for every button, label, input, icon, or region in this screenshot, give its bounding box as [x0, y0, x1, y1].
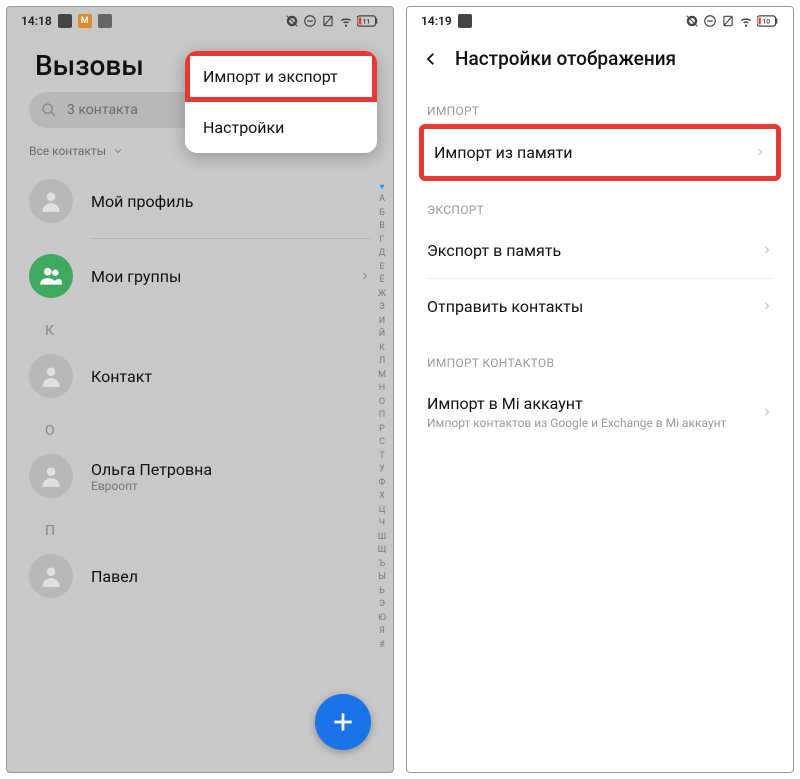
row-label: Импорт в Mi аккаунт	[427, 394, 751, 413]
dnd-icon	[303, 14, 317, 28]
phone-right-screen: 14:19 10 Настройки отображения ИМПОРТ Им…	[406, 6, 794, 773]
dnd-icon	[703, 14, 717, 28]
battery-icon: 10	[757, 15, 779, 27]
row-label: Импорт из памяти	[434, 143, 744, 162]
section-import-contacts-header: ИМПОРТ КОНТАКТОВ	[407, 334, 793, 376]
menu-import-export[interactable]: Импорт и экспорт	[185, 51, 377, 102]
export-to-storage-row[interactable]: Экспорт в память	[407, 223, 793, 278]
alphabet-index[interactable]: ♥ АБВГДЕЁЖЗИЙКЛМНОПРСТУФХЦЧШЩЪЫЬЭЮЯ#	[375, 181, 389, 652]
battery-icon: 11	[357, 15, 379, 27]
no-sim-icon	[721, 14, 735, 28]
contact-name: Контакт	[91, 367, 371, 386]
chevron-right-icon	[761, 241, 773, 260]
contact-row-p[interactable]: Павел	[7, 539, 393, 613]
upload-indicator-icon	[458, 14, 472, 28]
groups-icon	[29, 254, 73, 298]
contact-name: Мой профиль	[91, 192, 371, 211]
my-profile-row[interactable]: Мой профиль	[7, 164, 393, 238]
menu-settings[interactable]: Настройки	[185, 102, 377, 153]
overflow-menu: Импорт и экспорт Настройки	[185, 51, 377, 153]
filter-label: Все контакты	[29, 144, 106, 158]
phone-left-screen: 14:18 М 11 Вызовы 3 контакта Все контакт…	[6, 6, 394, 773]
chevron-right-icon	[761, 403, 773, 422]
status-bar-right: 14:19 10	[407, 7, 793, 35]
chevron-right-icon	[359, 267, 371, 286]
avatar-icon	[29, 354, 73, 398]
section-import-header: ИМПОРТ	[407, 82, 793, 124]
plus-icon	[330, 709, 356, 735]
send-contacts-row[interactable]: Отправить контакты	[407, 279, 793, 334]
row-label: Отправить контакты	[427, 297, 751, 316]
add-contact-button[interactable]	[315, 694, 371, 750]
import-from-storage-row[interactable]: Импорт из памяти	[424, 129, 776, 176]
row-label: Экспорт в память	[427, 241, 751, 260]
search-placeholder: 3 контакта	[67, 102, 138, 118]
section-letter-o: О	[7, 413, 393, 439]
svg-text:10: 10	[762, 18, 770, 26]
my-groups-row[interactable]: Мои группы	[7, 239, 393, 313]
contact-name: Ольга Петровна	[91, 460, 371, 479]
avatar-icon	[29, 454, 73, 498]
trash-notification-icon	[98, 14, 112, 28]
import-mi-account-row[interactable]: Импорт в Mi аккаунт Импорт контактов из …	[407, 376, 793, 448]
highlight-box: Импорт из памяти	[419, 124, 781, 181]
search-icon	[41, 102, 57, 118]
page-title: Настройки отображения	[455, 47, 676, 70]
svg-text:11: 11	[362, 18, 370, 26]
upload-indicator-icon	[58, 14, 72, 28]
contact-subtitle: Евроопт	[91, 479, 371, 493]
no-sim-icon	[321, 14, 335, 28]
wifi-icon	[339, 14, 353, 28]
contact-name: Мои группы	[91, 267, 341, 286]
status-time: 14:18	[21, 14, 52, 28]
contact-row-k[interactable]: Контакт	[7, 339, 393, 413]
back-button[interactable]	[417, 50, 445, 68]
contact-name: Павел	[91, 567, 371, 586]
row-subtitle: Импорт контактов из Google и Exchange в …	[427, 416, 751, 430]
chevron-right-icon	[754, 143, 766, 162]
section-letter-k: К	[7, 313, 393, 339]
heart-icon: ♥	[375, 181, 389, 193]
contact-row-o[interactable]: Ольга Петровна Евроопт	[7, 439, 393, 513]
status-bar-left: 14:18 М 11	[7, 7, 393, 35]
alarm-off-icon	[685, 14, 699, 28]
avatar-icon	[29, 179, 73, 223]
index-letters: АБВГДЕЁЖЗИЙКЛМНОПРСТУФХЦЧШЩЪЫЬЭЮЯ#	[375, 193, 389, 652]
alarm-off-icon	[285, 14, 299, 28]
chevron-right-icon	[761, 297, 773, 316]
section-export-header: ЭКСПОРТ	[407, 181, 793, 223]
chevron-down-icon	[112, 145, 124, 157]
chevron-left-icon	[422, 50, 440, 68]
status-time: 14:19	[421, 14, 452, 28]
app-notification-icon: М	[78, 14, 92, 28]
avatar-icon	[29, 554, 73, 598]
wifi-icon	[739, 14, 753, 28]
section-letter-p: П	[7, 513, 393, 539]
header: Настройки отображения	[407, 35, 793, 82]
